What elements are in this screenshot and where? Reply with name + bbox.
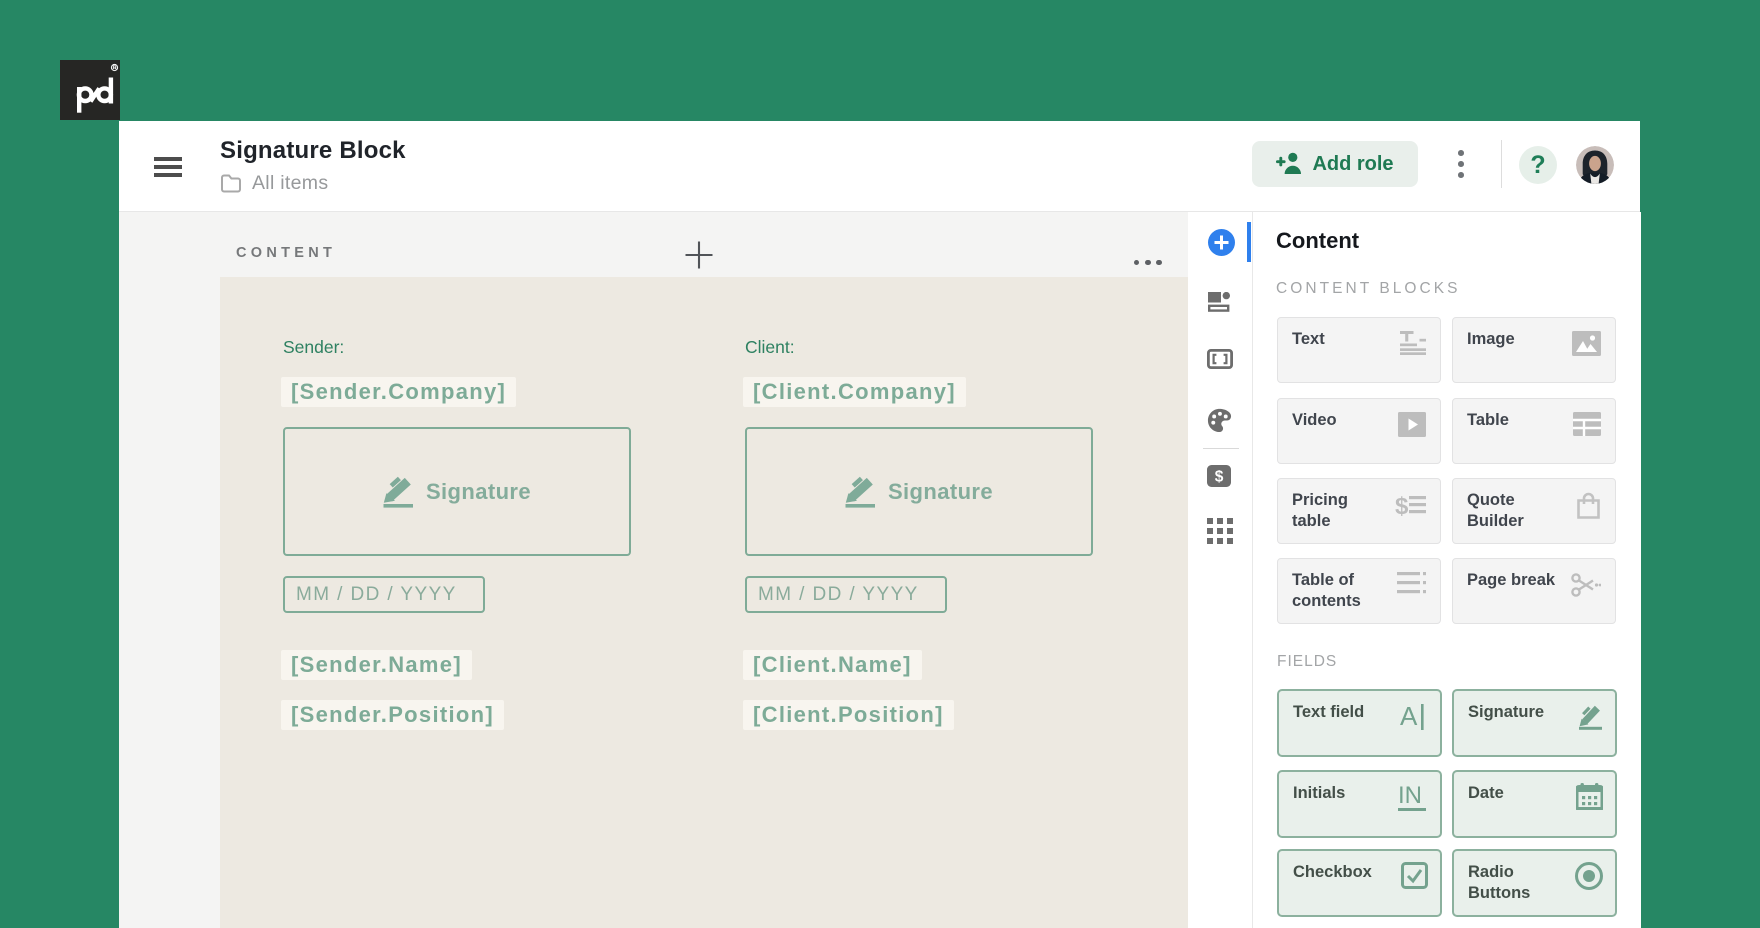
svg-text:$: $	[1395, 493, 1409, 519]
svg-text:$: $	[1215, 469, 1224, 486]
svg-text:A: A	[1400, 702, 1418, 731]
svg-text:IN: IN	[1398, 783, 1422, 809]
